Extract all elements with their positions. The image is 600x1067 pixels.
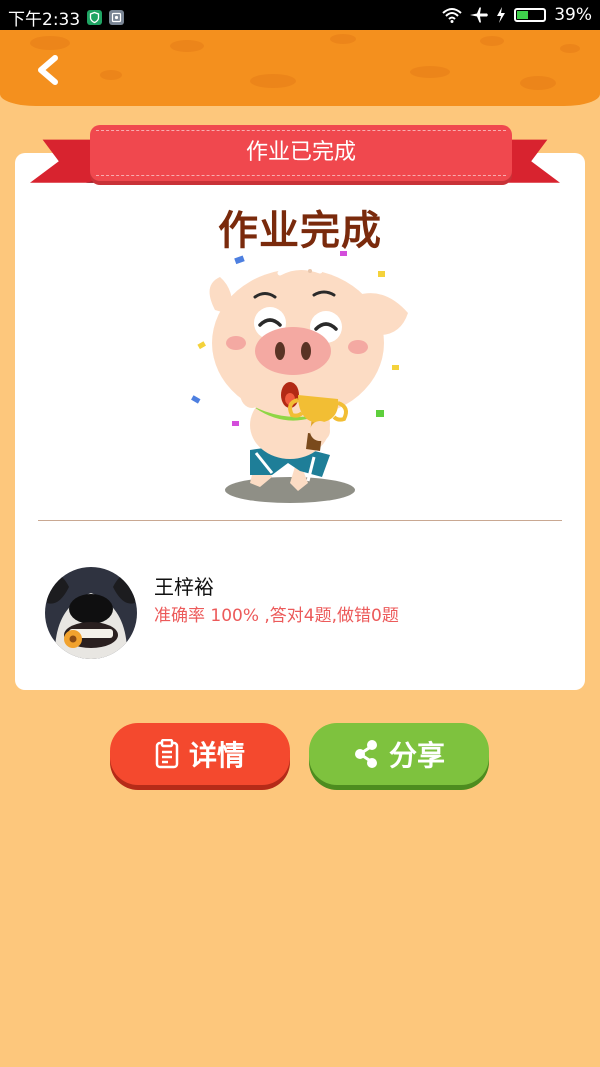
app-notification-icon	[109, 10, 125, 25]
student-result: 准确率 100% ,答对4题,做错0题	[154, 606, 399, 626]
detail-button[interactable]: 详情	[110, 723, 290, 785]
app-header	[0, 30, 600, 106]
ribbon-title: 作业已完成	[90, 125, 512, 181]
shield-notification-icon	[87, 10, 103, 25]
status-time: 下午2:33	[8, 10, 81, 30]
card-divider	[38, 520, 562, 521]
status-bar: 下午2:33 39%	[0, 0, 600, 30]
battery-icon	[514, 8, 547, 22]
student-name: 王梓裕	[154, 575, 214, 599]
student-avatar	[45, 567, 137, 659]
share-button-label: 分享	[388, 739, 445, 772]
airplane-mode-icon	[470, 7, 489, 23]
pig-trophy-illustration	[191, 251, 408, 503]
back-arrow-icon	[38, 55, 58, 85]
battery-percent: 39%	[554, 5, 592, 25]
share-icon	[354, 740, 377, 768]
charging-icon	[497, 7, 506, 23]
share-button[interactable]: 分享	[309, 723, 489, 785]
clipboard-icon	[155, 739, 179, 769]
detail-button-label: 详情	[188, 739, 245, 772]
wifi-icon	[442, 8, 462, 23]
back-button[interactable]	[30, 50, 70, 90]
